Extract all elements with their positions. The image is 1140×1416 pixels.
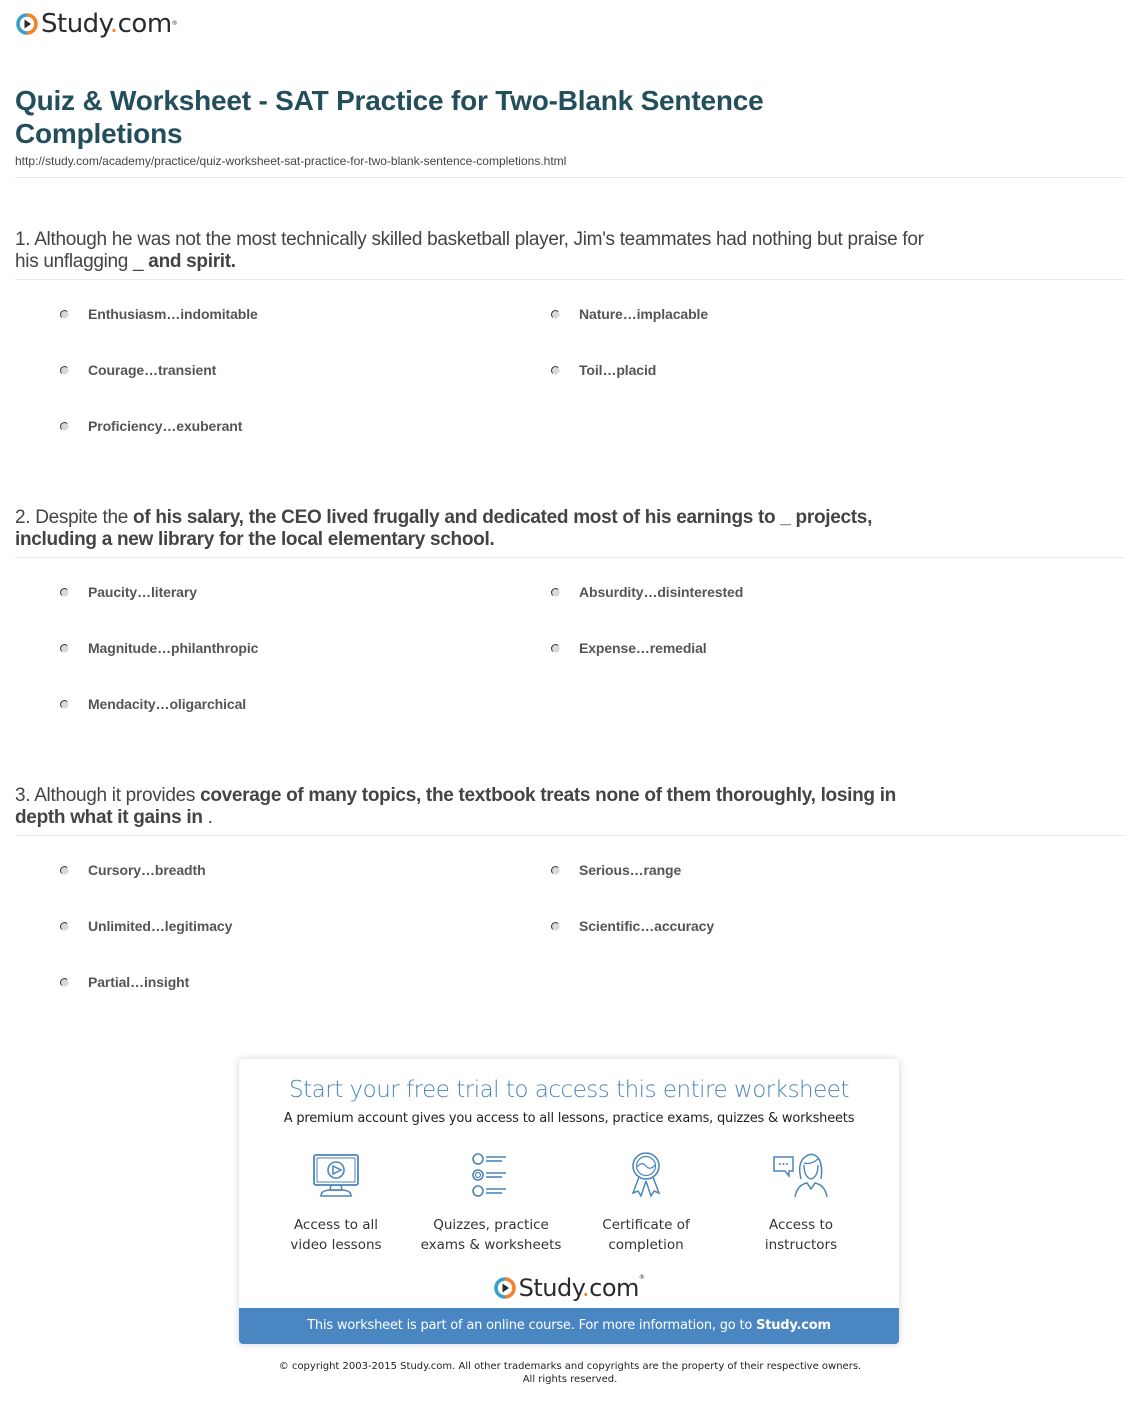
question-1: 1. Although he was not the most technica… (15, 229, 1125, 280)
logo-wordmark: Study.com® (518, 1274, 645, 1302)
feature-instructors: Access to instructors (721, 1151, 881, 1255)
radio-button[interactable] (60, 587, 69, 597)
option[interactable]: Serious…range (551, 862, 681, 878)
option[interactable]: Scientific…accuracy (551, 918, 714, 934)
certificate-ribbon-icon (631, 1152, 661, 1198)
study-link[interactable]: Study.com (756, 1318, 831, 1333)
option[interactable]: Cursory…breadth (60, 862, 206, 878)
quiz-list-icon (472, 1153, 506, 1197)
radio-button[interactable] (551, 365, 560, 375)
option[interactable]: Enthusiasm…indomitable (60, 306, 258, 322)
radio-button[interactable] (60, 699, 69, 709)
page-title: Quiz & Worksheet - SAT Practice for Two-… (15, 85, 764, 149)
feature-video-lessons: Access to all video lessons (256, 1151, 416, 1255)
option[interactable]: Absurdity…disinterested (551, 584, 743, 600)
option[interactable]: Partial…insight (60, 974, 189, 990)
play-ring-icon (493, 1277, 516, 1299)
option[interactable]: Magnitude…philanthropic (60, 640, 258, 656)
radio-button[interactable] (60, 977, 69, 987)
option[interactable]: Proficiency…exuberant (60, 418, 242, 434)
logo-wordmark: Study.com® (41, 9, 178, 39)
feature-certificate: Certificate of completion (566, 1151, 726, 1255)
promo-subtitle: A premium account gives you access to al… (283, 1111, 855, 1126)
radio-button[interactable] (551, 921, 560, 931)
copyright: © copyright 2003-2015 Study.com. All oth… (278, 1361, 862, 1385)
radio-button[interactable] (551, 309, 560, 319)
option[interactable]: Paucity…literary (60, 584, 197, 600)
question-text: 3. Although it provides coverage of many… (15, 785, 896, 828)
promo-study-logo[interactable]: Study.com® (239, 1274, 899, 1302)
question-divider (15, 279, 1125, 280)
radio-button[interactable] (60, 421, 69, 431)
radio-button[interactable] (551, 587, 560, 597)
monitor-play-icon (313, 1154, 359, 1197)
option[interactable]: Expense…remedial (551, 640, 707, 656)
question-text: 1. Although he was not the most technica… (15, 229, 924, 272)
radio-button[interactable] (60, 643, 69, 653)
option[interactable]: Courage…transient (60, 362, 216, 378)
radio-button[interactable] (60, 309, 69, 319)
question-divider (15, 835, 1125, 836)
radio-button[interactable] (551, 643, 560, 653)
study-logo[interactable]: Study.com® (16, 9, 178, 39)
play-ring-icon (16, 13, 38, 35)
option[interactable]: Unlimited…legitimacy (60, 918, 232, 934)
radio-button[interactable] (60, 365, 69, 375)
radio-button[interactable] (551, 865, 560, 875)
header-divider (15, 177, 1125, 178)
option[interactable]: Mendacity…oligarchical (60, 696, 246, 712)
option[interactable]: Toil…placid (551, 362, 656, 378)
radio-button[interactable] (60, 865, 69, 875)
instructor-chat-icon (773, 1153, 828, 1198)
free-trial-promo: Start your free trial to access this ent… (239, 1059, 899, 1344)
question-divider (15, 557, 1125, 558)
question-text: 2. Despite the of his salary, the CEO li… (15, 507, 873, 550)
question-3: 3. Although it provides coverage of many… (15, 785, 1125, 836)
option[interactable]: Nature…implacable (551, 306, 708, 322)
feature-quizzes: Quizzes, practice exams & worksheets (411, 1151, 571, 1255)
question-2: 2. Despite the of his salary, the CEO li… (15, 507, 1125, 558)
promo-title[interactable]: Start your free trial to access this ent… (239, 1077, 899, 1103)
radio-button[interactable] (60, 921, 69, 931)
promo-footer-bar: This worksheet is part of an online cour… (239, 1308, 899, 1344)
page-url[interactable]: http://study.com/academy/practice/quiz-w… (15, 154, 566, 168)
